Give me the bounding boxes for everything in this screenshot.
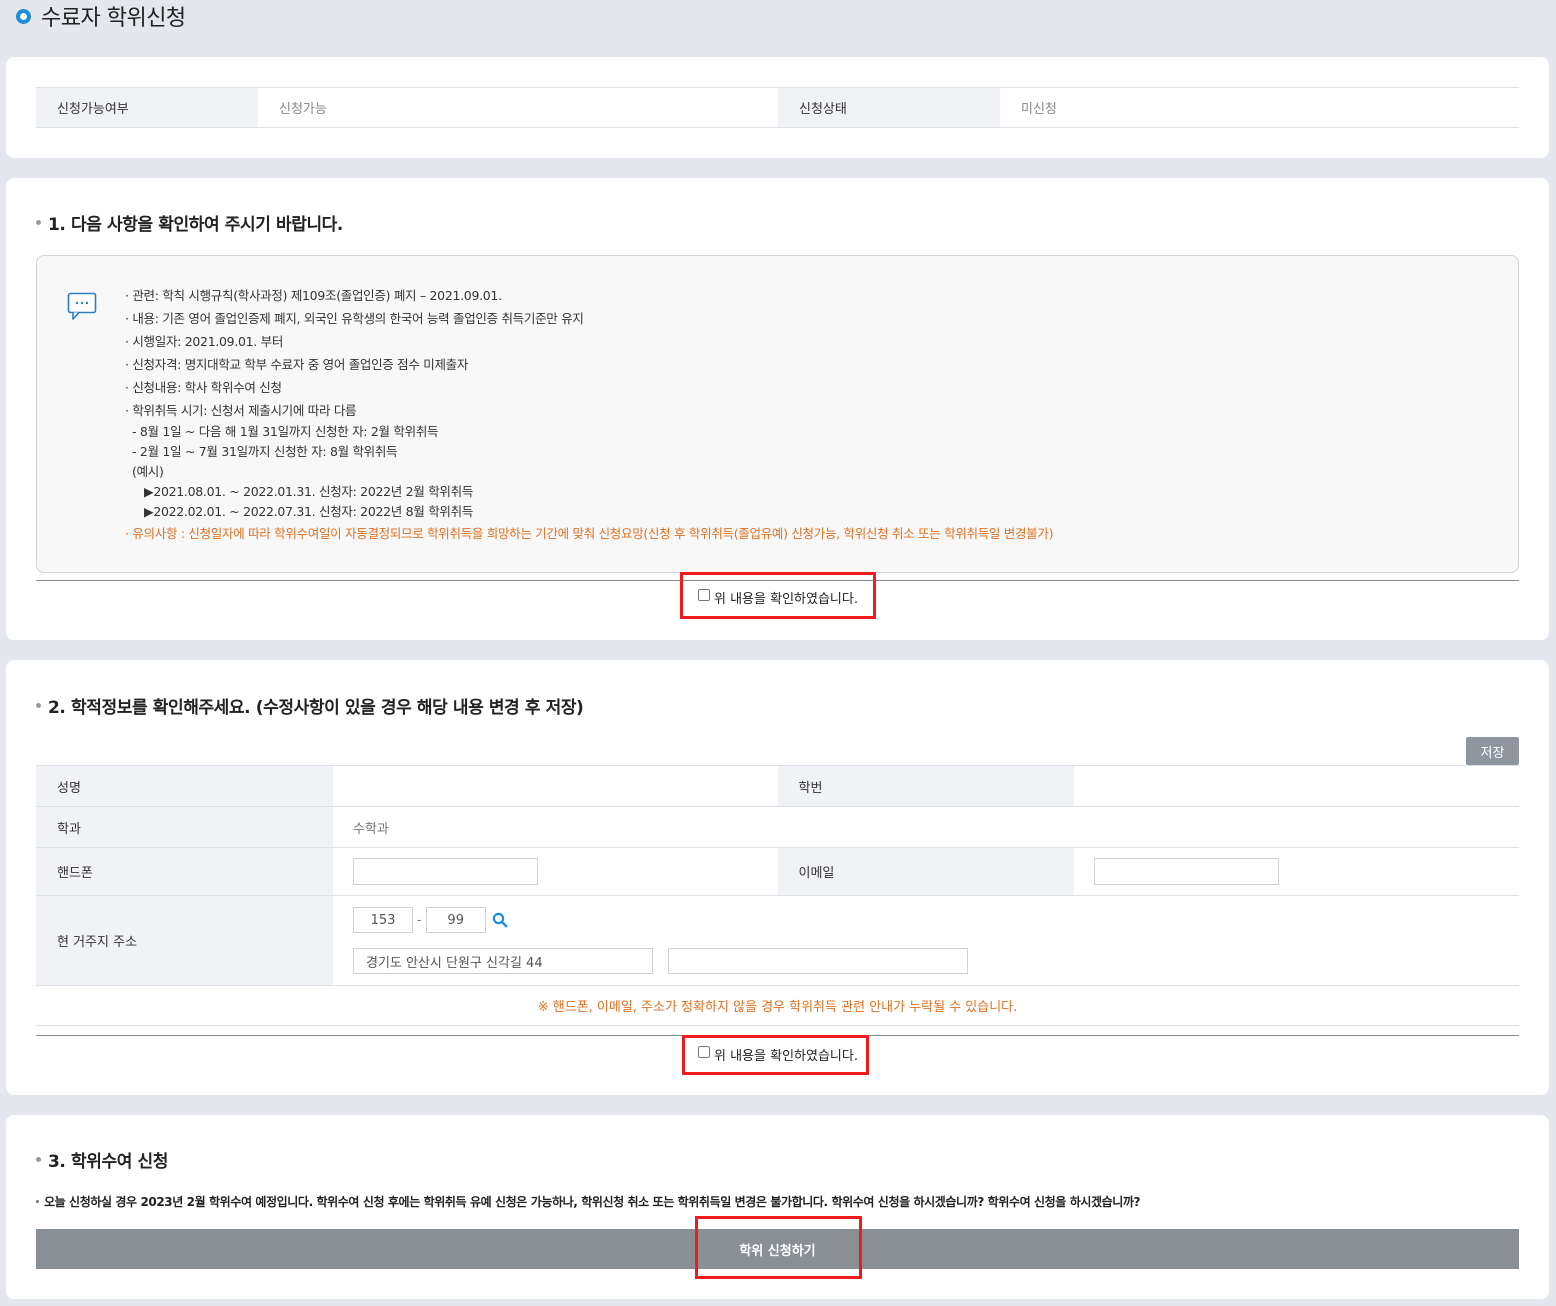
circle-bullet-icon	[16, 8, 31, 24]
phone-cell	[333, 848, 778, 895]
zip1-input[interactable]: 153	[353, 907, 413, 933]
apply-notice: 오늘 신청하실 경우 2023년 2월 학위수여 예정입니다. 학위수여 신청 …	[36, 1193, 1141, 1210]
address2-input[interactable]	[668, 948, 968, 974]
phone-input[interactable]	[352, 858, 538, 885]
notice-example: ▶2021.08.01. ~ 2022.01.31. 신청자: 2022년 2월…	[144, 484, 473, 499]
zip-separator: -	[417, 912, 422, 928]
notice-example: ▶2022.02.01. ~ 2022.07.31. 신청자: 2022년 8월…	[144, 504, 473, 519]
name-label: 성명	[36, 766, 333, 806]
section2-title: 2. 학적정보를 확인해주세요. (수정사항이 있을 경우 해당 내용 변경 후…	[36, 693, 584, 718]
notice-list: · 관련: 학칙 시행규칙(학사과정) 제109조(졸업인증) 폐지 – 202…	[125, 284, 1053, 545]
student-id-label: 학번	[777, 766, 1075, 806]
section1-title-text: 1. 다음 사항을 확인하여 주시기 바랍니다.	[48, 215, 343, 235]
section3-card: 3. 학위수여 신청 오늘 신청하실 경우 2023년 2월 학위수여 예정입니…	[6, 1115, 1549, 1299]
status-table: 신청가능여부 신청가능 신청상태 미신청	[36, 87, 1519, 128]
section2-title-text: 2. 학적정보를 확인해주세요. (수정사항이 있을 경우 해당 내용 변경 후…	[48, 698, 584, 718]
notice-item: · 신청자격: 명지대학교 학부 수료자 중 영어 졸업인증 점수 미제출자	[125, 357, 469, 372]
notice-sub-item: - 8월 1일 ~ 다음 해 1월 31일까지 신청한 자: 2월 학위취득	[132, 424, 439, 439]
notice-sub-item: - 2월 1일 ~ 7월 31일까지 신청한 자: 8월 학위취득	[132, 444, 398, 459]
section1-card: 1. 다음 사항을 확인하여 주시기 바랍니다. · 관련: 학칙 시행규칙(학…	[6, 178, 1549, 640]
email-cell	[1074, 848, 1519, 895]
available-label: 신청가능여부	[36, 88, 258, 127]
apply-notice-text: 오늘 신청하실 경우 2023년 2월 학위수여 예정입니다. 학위수여 신청 …	[44, 1195, 1141, 1209]
status-card: 신청가능여부 신청가능 신청상태 미신청	[6, 57, 1549, 158]
table-row: 학과 수학과	[36, 807, 1519, 848]
student-info-table: 성명 학번 학과 수학과 핸드폰 이메일 현 거주지 주소 153 - 99 경…	[36, 765, 1519, 1026]
table-row: 핸드폰 이메일	[36, 848, 1519, 896]
notice-item: · 학위취득 시기: 신청서 제출시기에 따라 다름	[125, 403, 357, 418]
bullet-icon	[36, 1200, 39, 1203]
available-value: 신청가능	[279, 102, 327, 117]
notice-item: · 관련: 학칙 시행규칙(학사과정) 제109조(졸업인증) 폐지 – 202…	[125, 288, 502, 303]
highlight-box	[695, 1216, 862, 1279]
dept-label: 학과	[36, 807, 333, 847]
section3-title: 3. 학위수여 신청	[36, 1147, 168, 1172]
highlight-box	[682, 1035, 869, 1075]
zip-row: 153 - 99	[353, 907, 508, 933]
page-title: 수료자 학위신청	[41, 6, 186, 31]
section1-title: 1. 다음 사항을 확인하여 주시기 바랍니다.	[36, 210, 343, 235]
highlight-box	[680, 572, 876, 619]
notice-warning: · 유의사항 : 신청일자에 따라 학위수여일이 자동결정되므로 학위취득을 희…	[125, 526, 1054, 541]
section2-card: 2. 학적정보를 확인해주세요. (수정사항이 있을 경우 해당 내용 변경 후…	[6, 660, 1549, 1095]
phone-label: 핸드폰	[36, 848, 333, 895]
student-id-value	[1074, 766, 1519, 806]
table-row: 현 거주지 주소 153 - 99 경기도 안산시 단원구 신각길 44	[36, 896, 1519, 986]
address-label: 현 거주지 주소	[36, 896, 333, 985]
state-label: 신청상태	[778, 88, 1000, 127]
address-inputs: 경기도 안산시 단원구 신각길 44	[353, 948, 968, 974]
state-value: 미신청	[1021, 102, 1057, 117]
email-input[interactable]	[1094, 858, 1280, 885]
table-row: 성명 학번	[36, 766, 1519, 807]
page-header: 수료자 학위신청	[16, 0, 186, 32]
notice-item: · 신청내용: 학사 학위수여 신청	[125, 380, 282, 395]
bullet-icon	[36, 220, 41, 225]
address-cell: 153 - 99 경기도 안산시 단원구 신각길 44	[333, 896, 1519, 985]
bullet-icon	[36, 1157, 41, 1162]
notice-item: · 내용: 기존 영어 졸업인증제 폐지, 외국인 유학생의 한국어 능력 졸업…	[125, 311, 584, 326]
section3-title-text: 3. 학위수여 신청	[48, 1152, 168, 1172]
chat-bubble-icon	[67, 292, 97, 320]
notice-sub-item: (예시)	[132, 464, 164, 479]
name-value	[333, 766, 778, 806]
notice-box: · 관련: 학칙 시행규칙(학사과정) 제109조(졸업인증) 폐지 – 202…	[36, 255, 1519, 573]
zip2-input[interactable]: 99	[425, 907, 486, 933]
dept-value: 수학과	[353, 821, 389, 837]
email-label: 이메일	[777, 848, 1075, 895]
address1-input[interactable]: 경기도 안산시 단원구 신각길 44	[353, 948, 653, 974]
bullet-icon	[36, 703, 41, 708]
search-icon[interactable]	[492, 912, 508, 928]
contact-note: ※ 핸드폰, 이메일, 주소가 정확하지 않을 경우 학위취득 관련 안내가 누…	[36, 986, 1519, 1026]
notice-item: · 시행일자: 2021.09.01. 부터	[125, 334, 284, 349]
save-button[interactable]: 저장	[1466, 737, 1519, 765]
